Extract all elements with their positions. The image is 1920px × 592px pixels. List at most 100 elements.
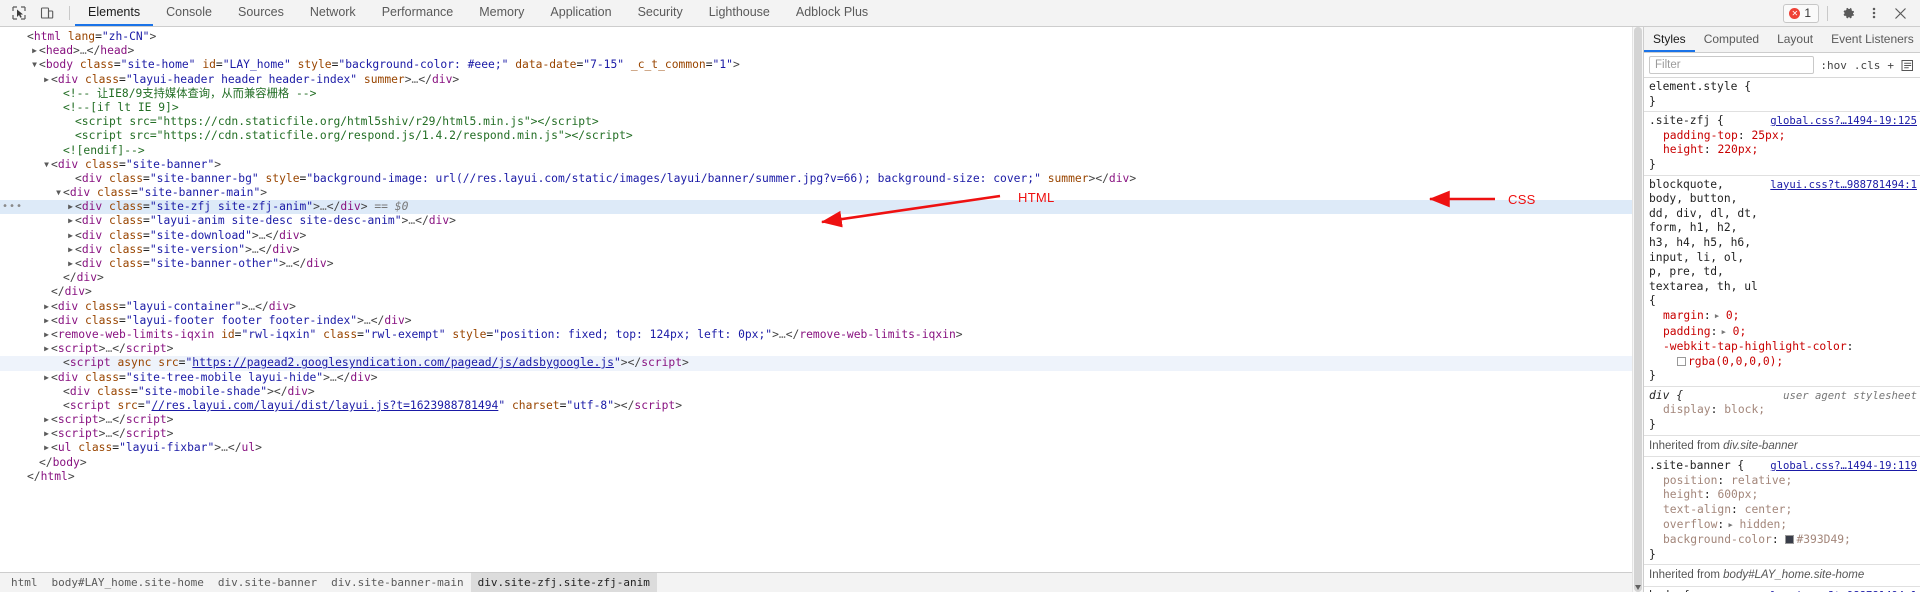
expand-triangle-icon[interactable] — [42, 441, 51, 455]
panel-tab-performance[interactable]: Performance — [369, 0, 467, 26]
device-toolbar-icon[interactable] — [34, 1, 60, 25]
panel-tab-elements[interactable]: Elements — [75, 0, 154, 26]
css-property-value[interactable]: block; — [1724, 403, 1765, 416]
dom-node-row[interactable]: <![endif]--> — [0, 144, 1643, 158]
css-property-value[interactable]: 220px; — [1717, 143, 1758, 156]
css-declaration[interactable]: margin: ▶ 0; — [1649, 309, 1920, 325]
dom-node-row[interactable]: </html> — [0, 470, 1643, 484]
css-declaration[interactable]: background-color: #393D49; — [1649, 533, 1920, 548]
css-rule-selector[interactable]: div { — [1649, 389, 1683, 404]
expand-triangle-icon[interactable] — [66, 257, 75, 271]
css-rule-selector[interactable]: blockquote, body, button, dd, div, dl, d… — [1649, 178, 1764, 309]
dom-node-row[interactable]: <div class="site-mobile-shade"></div> — [0, 385, 1643, 399]
css-property-name[interactable]: text-align — [1663, 503, 1731, 516]
panel-tab-security[interactable]: Security — [625, 0, 696, 26]
dom-node-row[interactable]: <div class="layui-anim site-desc site-de… — [0, 214, 1643, 228]
expand-triangle-icon[interactable] — [42, 314, 51, 328]
error-count-badge[interactable]: ✕ 1 — [1783, 3, 1819, 23]
css-rule-source-link[interactable]: global.css?…1494-19:125 — [1770, 114, 1920, 129]
panel-tab-application[interactable]: Application — [537, 0, 624, 26]
dom-node-row[interactable]: <script>…</script> — [0, 342, 1643, 356]
css-declaration[interactable]: text-align: center; — [1649, 503, 1920, 518]
css-property-value[interactable]: 0; — [1726, 309, 1740, 322]
css-rule-source-link[interactable]: layui.css?t…988781494:1 — [1770, 178, 1920, 309]
dom-node-row[interactable]: <body class="site-home" id="LAY_home" st… — [0, 58, 1643, 72]
node-menu-icon[interactable]: ••• — [2, 200, 23, 214]
cls-toggle-button[interactable]: .cls — [1853, 59, 1882, 72]
css-rule[interactable]: .site-zfj { global.css?…1494-19:125 paddin… — [1644, 112, 1920, 176]
dom-node-row[interactable]: <remove-web-limits-iqxin id="rwl-iqxin" … — [0, 328, 1643, 342]
css-declaration[interactable]: padding: ▶ 0; — [1649, 325, 1920, 341]
dom-node-row[interactable]: <div class="site-banner"> — [0, 158, 1643, 172]
expand-triangle-icon[interactable] — [42, 371, 51, 385]
expand-triangle-icon[interactable] — [42, 413, 51, 427]
dom-tree[interactable]: <html lang="zh-CN"><head>…</head><body c… — [0, 27, 1643, 572]
expand-triangle-icon[interactable] — [54, 186, 63, 200]
expand-triangle-icon[interactable] — [42, 342, 51, 356]
panel-tab-console[interactable]: Console — [153, 0, 225, 26]
css-property-value[interactable]: 25px; — [1751, 129, 1785, 142]
breadcrumb-item[interactable]: div.site-zfj.site-zfj-anim — [470, 572, 657, 592]
css-rule[interactable]: body {layui.css?t…988781494:1line-height… — [1644, 587, 1920, 592]
breadcrumb-item[interactable]: body#LAY_home.site-home — [45, 573, 211, 592]
css-rule-selector[interactable]: .site-zfj { — [1649, 114, 1724, 129]
css-property-value[interactable]: relative; — [1731, 474, 1792, 487]
inspect-cursor-icon[interactable] — [6, 1, 32, 25]
css-declaration[interactable]: overflow: ▶ hidden; — [1649, 518, 1920, 534]
scroll-down-arrow-icon[interactable] — [1635, 585, 1641, 590]
css-property-name[interactable]: height — [1663, 488, 1704, 501]
expand-triangle-icon[interactable] — [42, 73, 51, 87]
css-rule[interactable]: element.style {} — [1644, 78, 1920, 113]
dom-node-row[interactable]: <div class="layui-header header header-i… — [0, 73, 1643, 87]
dom-node-row[interactable]: <script src="//res.layui.com/layui/dist/… — [0, 399, 1643, 413]
dom-node-row[interactable]: <div class="layui-footer footer footer-i… — [0, 314, 1643, 328]
dom-node-row[interactable]: <script src="https://cdn.staticfile.org/… — [0, 129, 1643, 143]
css-declaration[interactable]: height: 220px; — [1649, 143, 1920, 158]
css-rule-source-link[interactable]: global.css?…1494-19:119 — [1770, 459, 1920, 474]
styles-tab-styles[interactable]: Styles — [1644, 27, 1695, 52]
color-swatch-icon[interactable] — [1677, 356, 1686, 366]
css-declaration[interactable]: height: 600px; — [1649, 488, 1920, 503]
dom-node-row[interactable]: <div class="site-version">…</div> — [0, 243, 1643, 257]
css-rule-selector[interactable]: element.style { — [1649, 80, 1751, 95]
dom-node-row[interactable]: •••<div class="site-zfj site-zfj-anim">…… — [0, 200, 1643, 215]
styles-rules-list[interactable]: element.style {} .site-zfj { global.css?…1… — [1644, 78, 1920, 592]
declaration-expand-icon[interactable]: ▶ — [1724, 518, 1732, 533]
color-swatch-icon[interactable] — [1785, 535, 1795, 545]
inherited-target[interactable]: div.site-banner — [1723, 440, 1798, 452]
dom-tree-scrollbar[interactable] — [1632, 27, 1643, 592]
css-property-value[interactable]: hidden; — [1739, 518, 1787, 531]
css-property-name[interactable]: position — [1663, 474, 1717, 487]
css-property-name[interactable]: padding-top — [1663, 129, 1738, 142]
css-rule-selector[interactable]: .site-banner { — [1649, 459, 1744, 474]
dom-node-row[interactable]: <div class="layui-container">…</div> — [0, 300, 1643, 314]
css-property-name[interactable]: display — [1663, 403, 1711, 416]
css-property-name[interactable]: padding — [1663, 325, 1711, 338]
dom-node-row[interactable]: <script async src="https://pagead2.googl… — [0, 356, 1643, 371]
css-property-name[interactable]: height — [1663, 143, 1704, 156]
dom-node-row[interactable]: <script>…</script> — [0, 427, 1643, 441]
expand-triangle-icon[interactable] — [42, 427, 51, 441]
dom-node-row[interactable]: </div> — [0, 285, 1643, 299]
css-declaration[interactable]: display: block; — [1649, 403, 1920, 418]
dom-node-row[interactable]: </div> — [0, 271, 1643, 285]
panel-tab-network[interactable]: Network — [297, 0, 369, 26]
kebab-menu-icon[interactable] — [1862, 2, 1886, 24]
css-rule[interactable]: div {user agent stylesheet display: block… — [1644, 387, 1920, 436]
dom-node-row[interactable]: <div class="site-tree-mobile layui-hide"… — [0, 371, 1643, 385]
dom-node-row[interactable]: <head>…</head> — [0, 44, 1643, 58]
scrollbar-thumb[interactable] — [1634, 27, 1642, 592]
expand-triangle-icon[interactable] — [66, 243, 75, 257]
expand-triangle-icon[interactable] — [30, 58, 39, 72]
inherited-target[interactable]: body#LAY_home.site-home — [1723, 569, 1864, 581]
expand-triangle-icon[interactable] — [42, 300, 51, 314]
dom-node-row[interactable]: </body> — [0, 456, 1643, 470]
panel-tab-lighthouse[interactable]: Lighthouse — [696, 0, 783, 26]
css-property-value[interactable]: 600px; — [1717, 488, 1758, 501]
expand-triangle-icon[interactable] — [42, 158, 51, 172]
expand-triangle-icon[interactable] — [30, 44, 39, 58]
hov-toggle-button[interactable]: :hov — [1819, 59, 1848, 72]
dom-node-row[interactable]: <div class="site-banner-other">…</div> — [0, 257, 1643, 271]
dom-node-row[interactable]: <html lang="zh-CN"> — [0, 30, 1643, 44]
breadcrumb-item[interactable]: div.site-banner-main — [324, 573, 470, 592]
